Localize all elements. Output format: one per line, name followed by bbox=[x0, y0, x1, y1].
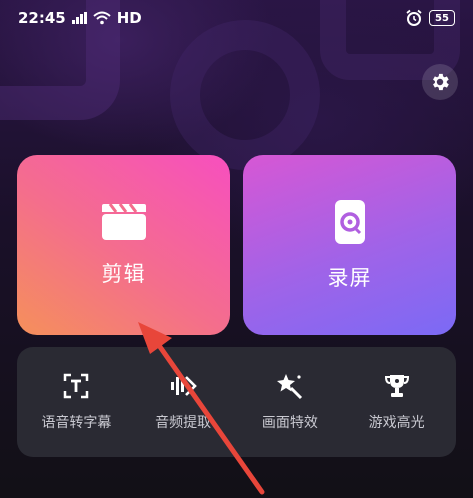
wifi-icon bbox=[93, 11, 111, 25]
battery-icon: 55 bbox=[429, 10, 455, 26]
alarm-icon bbox=[406, 9, 422, 26]
tool-audio-extract[interactable]: 音频提取 bbox=[133, 372, 233, 432]
record-card[interactable]: 录屏 bbox=[243, 155, 456, 335]
text-recognition-icon bbox=[64, 373, 89, 399]
status-time: 22:45 bbox=[18, 9, 66, 27]
record-card-label: 录屏 bbox=[327, 266, 372, 290]
settings-button[interactable] bbox=[422, 64, 458, 100]
signal-icon bbox=[71, 12, 87, 24]
tool-label: 音频提取 bbox=[155, 415, 212, 431]
tool-visual-effects[interactable]: 画面特效 bbox=[240, 372, 340, 432]
tools-panel: 语音转字幕 音频提取 画面特效 游戏高光 bbox=[17, 347, 456, 457]
status-bar: 22:45 HD 55 bbox=[0, 0, 473, 36]
tool-speech-to-subtitle[interactable]: 语音转字幕 bbox=[26, 372, 126, 432]
magic-wand-icon bbox=[276, 374, 302, 400]
edit-card-label: 剪辑 bbox=[101, 262, 146, 286]
tool-game-highlights[interactable]: 游戏高光 bbox=[347, 372, 447, 432]
tool-label: 游戏高光 bbox=[368, 415, 425, 431]
trophy-icon bbox=[384, 375, 409, 397]
audio-extract-icon bbox=[171, 376, 197, 396]
clapperboard-icon bbox=[101, 203, 146, 240]
edit-card[interactable]: 剪辑 bbox=[17, 155, 230, 335]
decor-shape bbox=[170, 20, 320, 170]
network-type: HD bbox=[116, 9, 142, 27]
tool-label: 语音转字幕 bbox=[41, 415, 112, 431]
gear-icon bbox=[433, 73, 449, 91]
phone-record-icon bbox=[334, 200, 365, 244]
battery-level: 55 bbox=[435, 12, 449, 24]
tool-label: 画面特效 bbox=[261, 415, 318, 431]
